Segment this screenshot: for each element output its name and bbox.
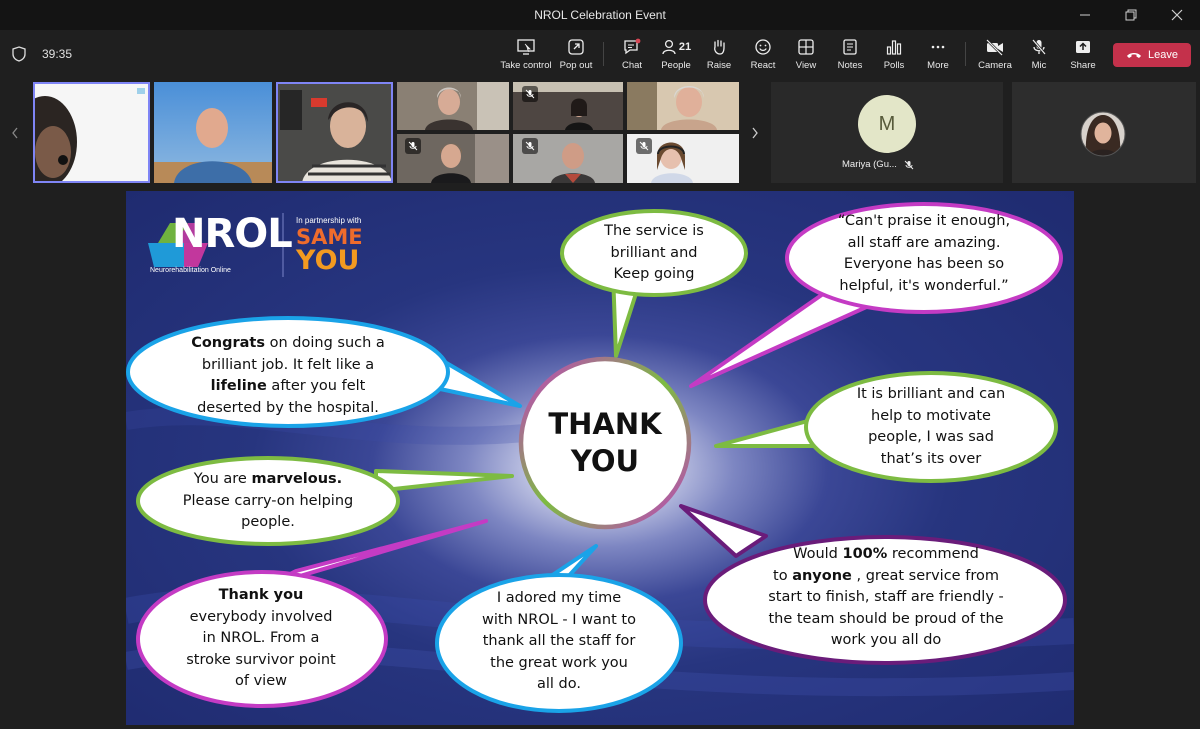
shield-icon[interactable] <box>12 46 26 62</box>
chevron-right-icon <box>752 127 758 139</box>
participant-video <box>276 82 393 183</box>
camera-off-icon <box>986 39 1003 56</box>
self-video-tile[interactable] <box>1012 82 1196 183</box>
bubble-thank-you-text: Thank you everybody involved in NROL. Fro… <box>186 587 336 689</box>
muted-indicator <box>522 138 538 154</box>
bubble-marvelous-text: You are marvelous. Please carry-on helpi… <box>182 471 354 530</box>
restore-icon <box>1125 9 1137 21</box>
title-bar: NROL Celebration Event <box>0 0 1200 30</box>
people-count: 21 <box>678 41 692 53</box>
participant-video <box>397 82 509 130</box>
video-tile[interactable] <box>513 134 623 183</box>
thank-you-heading: THANK YOU <box>548 407 662 478</box>
take-control-button[interactable]: Take control <box>499 30 553 78</box>
muted-indicator <box>405 138 421 154</box>
take-control-icon <box>517 39 535 55</box>
bubble-service-brilliant-text: The service is brilliant and Keep going <box>604 223 704 282</box>
pop-out-icon <box>568 39 584 55</box>
video-tile[interactable] <box>397 82 509 130</box>
mic-off-icon <box>408 141 418 151</box>
bubble-congrats-text: Congrats on doing such a brilliant job. … <box>191 335 385 416</box>
more-icon <box>931 45 945 49</box>
people-icon <box>662 39 676 55</box>
minimize-button[interactable] <box>1062 0 1108 30</box>
chat-icon <box>624 38 641 55</box>
toolbar-divider <box>603 42 604 66</box>
participant-name-row: Mariya (Gu... <box>842 159 914 170</box>
restore-button[interactable] <box>1108 0 1154 30</box>
minimize-icon <box>1080 14 1090 16</box>
bubble-recommend-text: Would 100% recommend to anyone , great s… <box>768 546 1004 648</box>
meeting-timer: 39:35 <box>42 47 73 61</box>
nrol-logo-text: NROL <box>172 211 293 257</box>
polls-icon <box>886 40 902 55</box>
gallery-next-button[interactable] <box>745 78 765 188</box>
mic-off-icon <box>1032 39 1046 55</box>
raise-hand-icon <box>714 39 725 55</box>
muted-indicator <box>522 86 538 102</box>
shared-slide: NROL Neurorehabilitation Online In partn… <box>126 191 1074 725</box>
smiley-icon <box>755 39 771 55</box>
notes-icon <box>843 39 857 55</box>
bubble-adored-text: I adored my time with NROL - I want to tha… <box>482 590 636 692</box>
video-tile[interactable] <box>276 82 393 183</box>
share-icon <box>1076 41 1090 53</box>
video-tile[interactable] <box>627 82 739 130</box>
nrol-logo-subtitle: Neurorehabilitation Online <box>150 267 231 274</box>
video-tile[interactable] <box>513 82 623 130</box>
window-title: NROL Celebration Event <box>534 8 666 22</box>
avatar <box>1080 111 1126 157</box>
same-you-logo: SAME YOU <box>296 225 363 276</box>
toolbar-divider <box>965 42 966 66</box>
chevron-left-icon <box>12 127 18 139</box>
muted-indicator <box>636 138 652 154</box>
video-tile-mariya[interactable]: M Mariya (Gu... <box>771 82 1003 183</box>
meeting-toolbar: 39:35 Take control Pop out Chat 21 Peopl… <box>0 30 1200 78</box>
video-tile[interactable] <box>627 134 739 183</box>
leave-button[interactable]: Leave <box>1113 43 1191 67</box>
video-tile[interactable] <box>397 134 509 183</box>
avatar: M <box>858 95 916 153</box>
video-tile[interactable] <box>33 82 150 183</box>
mic-off-icon <box>525 89 535 99</box>
bubble-motivate-text: It is brilliant and can help to motivate p… <box>856 386 1006 467</box>
participant-gallery: M Mariya (Gu... <box>0 78 1200 188</box>
hang-up-icon <box>1127 53 1141 58</box>
pop-out-button[interactable]: Pop out <box>549 30 603 78</box>
participant-video <box>154 82 272 183</box>
meeting-info: 39:35 <box>12 30 72 78</box>
share-button[interactable]: Share <box>1056 30 1110 78</box>
mic-off-icon <box>525 141 535 151</box>
mic-off-icon <box>904 160 914 169</box>
gallery-prev-button[interactable] <box>5 78 25 188</box>
more-button[interactable]: More <box>911 30 965 78</box>
close-button[interactable] <box>1154 0 1200 30</box>
participant-name: Mariya (Gu... <box>842 159 897 170</box>
bubble-cant-praise-text: “Can't praise it enough, all staff are am… <box>837 213 1011 294</box>
mic-off-icon <box>639 141 649 151</box>
video-tile[interactable] <box>154 82 272 183</box>
participant-video <box>627 82 739 130</box>
participant-video <box>33 82 150 183</box>
grid-view-icon <box>798 39 814 55</box>
close-icon <box>1171 9 1183 21</box>
partner-caption: In partnership with <box>296 216 362 225</box>
